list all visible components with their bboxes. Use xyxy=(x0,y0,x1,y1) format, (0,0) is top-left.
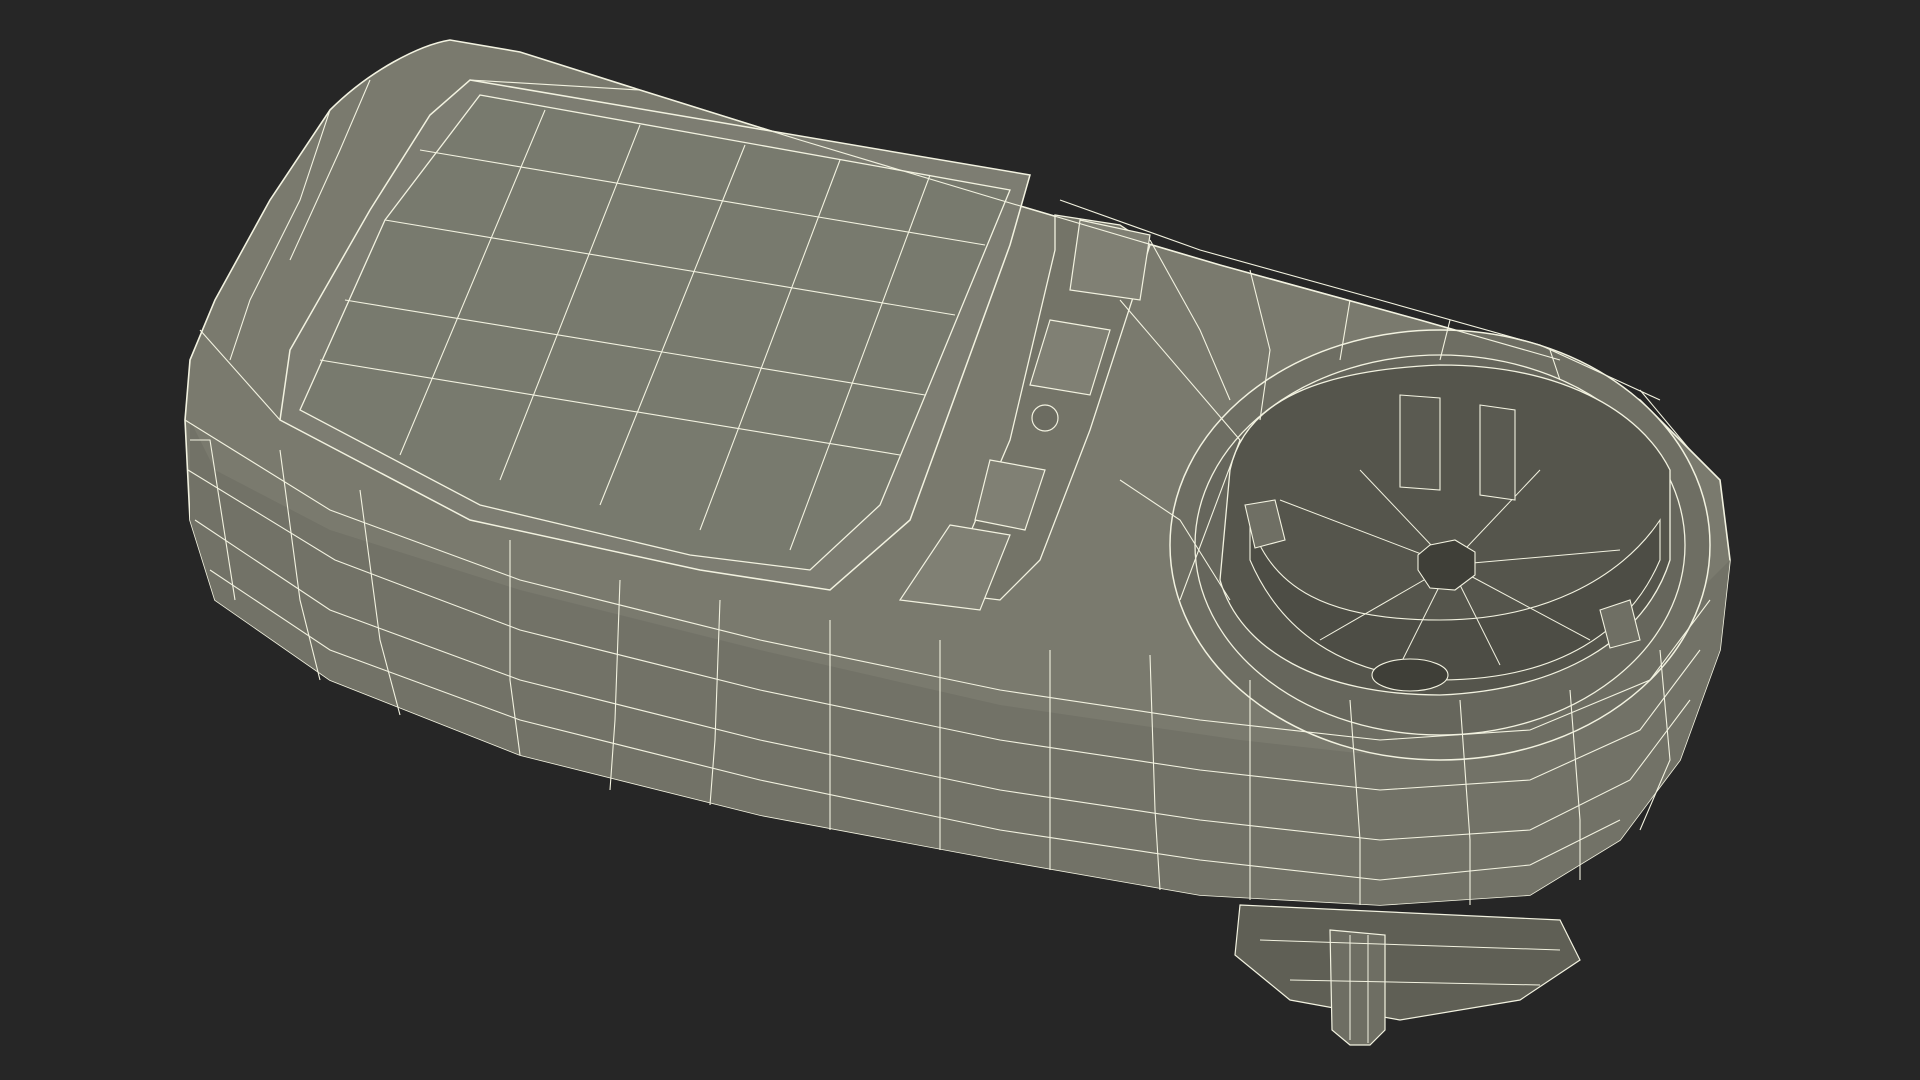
render-viewport xyxy=(0,0,1920,1080)
socket-bottom-hole xyxy=(1371,658,1449,692)
wireframe-render xyxy=(0,0,1920,1080)
led-indicator xyxy=(1031,404,1059,432)
socket-outlet xyxy=(1169,329,1711,761)
